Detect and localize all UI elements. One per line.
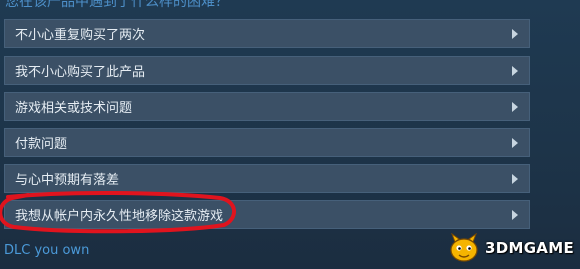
dlc-you-own-link[interactable]: DLC you own (4, 243, 89, 258)
watermark-text: 3DMGAME (484, 239, 574, 257)
option-label: 我不小心购买了此产品 (15, 65, 146, 80)
option-label: 与心中预期有落差 (15, 173, 120, 188)
watermark: 3DMGAME (447, 233, 574, 263)
option-duplicate-purchase[interactable]: 不小心重复购买了两次 (4, 19, 530, 48)
chevron-right-icon (512, 28, 518, 39)
option-label: 游戏相关或技术问题 (15, 101, 133, 116)
option-remove-game[interactable]: 我想从帐户内永久性地移除这款游戏 (4, 200, 530, 229)
option-label: 不小心重复购买了两次 (15, 28, 146, 43)
option-payment-issue[interactable]: 付款问题 (4, 128, 530, 157)
option-technical-issue[interactable]: 游戏相关或技术问题 (4, 92, 530, 121)
option-label: 我想从帐户内永久性地移除这款游戏 (15, 209, 224, 224)
option-label: 付款问题 (15, 137, 68, 152)
support-page: 您在该产品中遇到了什么样的困难？ 不小心重复购买了两次 我不小心购买了此产品 游… (0, 0, 580, 269)
option-accidental-purchase[interactable]: 我不小心购买了此产品 (4, 56, 530, 85)
chevron-right-icon (512, 65, 518, 76)
chevron-right-icon (512, 173, 518, 184)
chevron-right-icon (512, 101, 518, 112)
chevron-right-icon (512, 209, 518, 220)
question-heading: 您在该产品中遇到了什么样的困难？ (5, 0, 229, 10)
option-expectation-gap[interactable]: 与心中预期有落差 (4, 164, 530, 193)
mascot-logo-icon (450, 233, 478, 262)
chevron-right-icon (512, 137, 518, 148)
